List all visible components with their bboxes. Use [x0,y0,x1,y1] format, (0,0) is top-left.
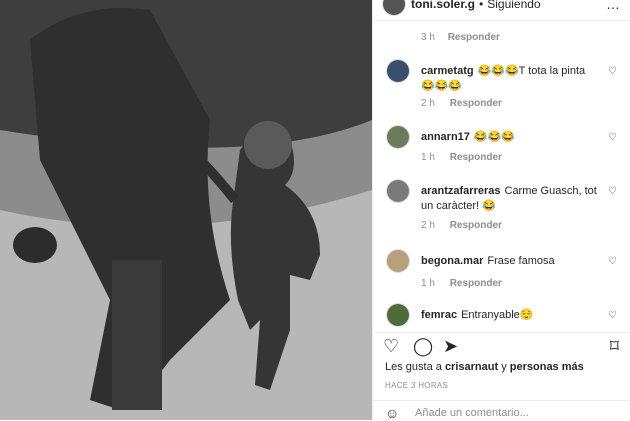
like-comment-icon[interactable]: ♡ [608,186,617,197]
comment-time: 1 h [421,278,435,289]
like-comment-icon[interactable]: ♡ [608,310,617,321]
like-comment-icon[interactable]: ♡ [608,132,617,143]
prev-comment-meta: 3 h Responder [421,32,500,43]
comment-text: arantzafarreras Carme Guasch, tot un carà… [421,184,601,214]
reply-button[interactable]: Responder [450,152,502,163]
post-actions: ♡ ◯ ➤ ⌑ [373,332,630,358]
comment-icon[interactable]: ◯ [413,337,433,355]
comment-meta: 2 h Responder [421,98,502,109]
comment-text: femrac Entranyable😌 [421,308,601,323]
comment-time: 1 h [421,152,435,163]
post-sidebar: toni.soler.g • Siguiendo … 3 h Responder… [372,0,630,421]
comment-text: annarn17 😂😂😂 [421,130,601,145]
avatar[interactable] [387,180,409,202]
prev-comment-time: 3 h [421,32,435,43]
comment-username[interactable]: begona.mar [421,255,483,267]
comment-username[interactable]: femrac [421,309,457,321]
post-time: HACE 3 HORAS [385,381,449,390]
avatar[interactable] [387,126,409,148]
comment-body: Entranyable😌 [461,309,534,321]
comment-body: 😂😂😂 [473,131,516,143]
post-header: toni.soler.g • Siguiendo … [373,0,630,21]
author-avatar[interactable] [383,0,405,15]
emoji-icon[interactable]: ☺ [385,405,399,421]
liker-username[interactable]: crisarnaut [445,361,498,373]
comment-meta: 1 h Responder [421,152,502,163]
comment-username[interactable]: carmetatg [421,65,474,77]
more-likes-link[interactable]: personas más [510,361,584,373]
add-comment-bar[interactable]: ☺ Añade un comentario... [373,400,630,421]
heart-icon[interactable]: ♡ [383,337,399,355]
photo-illustration [0,0,372,420]
header-separator: • [479,0,484,11]
likes-summary: Les gusta a crisarnaut y personas más [385,361,584,373]
prev-comment-reply-button[interactable]: Responder [448,32,500,43]
comment-time: 2 h [421,98,435,109]
comment-time: 2 h [421,220,435,231]
bookmark-icon[interactable]: ⌑ [610,337,619,355]
following-button[interactable]: Siguiendo [487,0,540,11]
comment-meta: 2 h Responder [421,220,502,231]
reply-button[interactable]: Responder [450,278,502,289]
comment-text: carmetatg 😂😂😂T tota la pinta 😂😂😂 [421,64,601,94]
add-comment-input[interactable]: Añade un comentario... [415,407,529,419]
comment-meta: 1 h Responder [421,278,502,289]
comment-text: begona.mar Frase famosa [421,254,601,269]
comment-username[interactable]: arantzafarreras [421,185,501,197]
comment-body: Frase famosa [487,255,555,267]
comment-username[interactable]: annarn17 [421,131,470,143]
avatar[interactable] [387,60,409,82]
like-comment-icon[interactable]: ♡ [608,256,617,267]
instagram-post: toni.soler.g • Siguiendo … 3 h Responder… [0,0,630,421]
author-username[interactable]: toni.soler.g [411,0,475,11]
send-icon[interactable]: ➤ [443,337,458,355]
likes-prefix: Les gusta a [385,361,445,373]
avatar[interactable] [387,304,409,326]
comments-list[interactable]: 3 h Responder carmetatg 😂😂😂T tota la pint… [373,28,630,330]
like-comment-icon[interactable]: ♡ [608,66,617,77]
more-options-icon[interactable]: … [606,0,620,12]
likes-middle: y [498,361,510,373]
avatar[interactable] [387,250,409,272]
reply-button[interactable]: Responder [450,98,502,109]
post-photo[interactable] [0,0,372,420]
reply-button[interactable]: Responder [450,220,502,231]
